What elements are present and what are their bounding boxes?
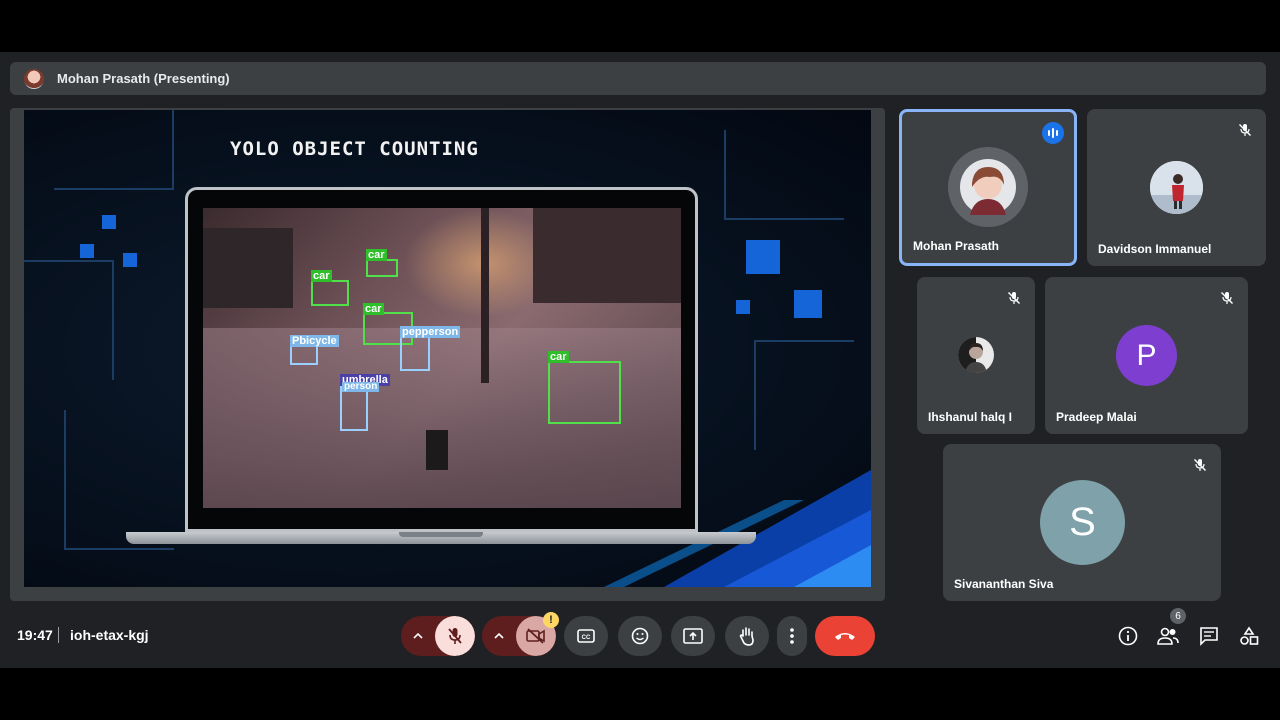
circuit-line	[724, 130, 844, 220]
detection-label: car	[363, 303, 384, 315]
circuit-line	[24, 260, 114, 380]
participant-name: Sivananthan Siva	[954, 577, 1054, 591]
speaking-indicator-icon	[1042, 122, 1064, 144]
detection-label: person	[342, 381, 380, 392]
participant-tile[interactable]: Ihshanul halq I	[917, 277, 1035, 434]
participant-tile[interactable]: P Pradeep Malai	[1045, 277, 1248, 434]
trash-bin	[426, 430, 448, 470]
emoji-icon	[631, 627, 649, 645]
mic-off-icon	[1216, 287, 1238, 309]
slide-title: YOLO OBJECT COUNTING	[230, 138, 479, 160]
captions-button[interactable]: CC	[564, 616, 608, 656]
raise-hand-icon	[739, 627, 754, 646]
avatar: S	[1040, 480, 1125, 565]
participant-name: Davidson Immanuel	[1098, 242, 1212, 256]
detection-label: pepperson	[400, 326, 461, 338]
deco-square	[794, 290, 822, 318]
laptop-notch	[399, 532, 483, 537]
people-count-badge: 6	[1170, 608, 1186, 624]
mic-options-button[interactable]	[401, 616, 435, 656]
deco-square	[102, 215, 116, 229]
circuit-line	[754, 340, 854, 450]
raise-hand-button[interactable]	[725, 616, 769, 656]
participant-tile[interactable]: S Sivananthan Siva	[943, 444, 1221, 601]
meeting-code: ioh-etax-kgj	[70, 627, 149, 643]
detection-box	[400, 335, 430, 371]
present-screen-icon	[683, 628, 703, 644]
participant-tile[interactable]: Davidson Immanuel	[1087, 109, 1266, 266]
circuit-line	[64, 410, 174, 550]
detection-box	[311, 280, 349, 306]
more-options-icon	[790, 628, 794, 644]
building	[533, 208, 681, 303]
avatar-image	[958, 337, 994, 373]
detection-label: Pbicycle	[290, 335, 339, 347]
building	[203, 228, 293, 308]
present-now-button[interactable]	[671, 616, 715, 656]
presenter-bar: Mohan Prasath (Presenting)	[10, 62, 1266, 95]
avatar	[958, 337, 994, 373]
presenter-avatar	[24, 68, 44, 89]
chat-button[interactable]	[1197, 624, 1221, 648]
detection-label: car	[366, 249, 387, 261]
more-options-button[interactable]	[777, 616, 807, 656]
detection-label: car	[311, 270, 332, 282]
avatar-image	[960, 159, 1016, 215]
reactions-button[interactable]	[618, 616, 662, 656]
people-button[interactable]	[1156, 624, 1180, 648]
laptop-illustration: car car car car Pbicycle pepperson umbre…	[185, 187, 698, 532]
participant-name: Ihshanul halq I	[928, 410, 1013, 424]
divider	[58, 627, 59, 643]
presentation-slide: YOLO OBJECT COUNTING car car car car Pbi…	[24, 110, 871, 587]
avatar: P	[1116, 325, 1177, 386]
end-call-icon	[835, 633, 855, 640]
people-icon	[1157, 627, 1179, 645]
meet-app: Mohan Prasath (Presenting) YOLO OBJECT C…	[0, 52, 1280, 668]
mic-off-icon	[1003, 287, 1025, 309]
camera-off-icon	[526, 628, 545, 644]
detection-box	[548, 361, 621, 424]
deco-square	[746, 240, 780, 274]
shared-screen: YOLO OBJECT COUNTING car car car car Pbi…	[10, 108, 885, 601]
mic-off-icon	[1234, 119, 1256, 141]
deco-square	[736, 300, 750, 314]
leave-call-button[interactable]	[815, 616, 875, 656]
circuit-line	[54, 110, 174, 190]
avatar	[948, 147, 1028, 227]
meeting-details-button[interactable]	[1116, 624, 1140, 648]
avatar	[1150, 161, 1203, 214]
chat-icon	[1200, 627, 1218, 646]
info-icon	[1118, 626, 1138, 646]
deco-square	[123, 253, 137, 267]
avatar-image	[1150, 161, 1203, 214]
mic-off-icon	[1189, 454, 1211, 476]
svg-text:CC: CC	[582, 635, 591, 641]
participant-name: Pradeep Malai	[1056, 410, 1137, 424]
chevron-up-icon	[494, 633, 504, 639]
presenter-label: Mohan Prasath (Presenting)	[57, 71, 230, 86]
mic-off-icon	[448, 628, 462, 644]
participant-name: Mohan Prasath	[913, 239, 1000, 253]
deco-square	[80, 244, 94, 258]
captions-icon: CC	[577, 629, 595, 643]
detection-box	[290, 345, 318, 365]
chevron-up-icon	[413, 633, 423, 639]
camera-warning-badge: !	[543, 612, 559, 628]
mic-control	[401, 616, 475, 656]
pole	[481, 208, 489, 383]
detection-box	[366, 259, 398, 277]
camera-options-button[interactable]	[482, 616, 516, 656]
meeting-time: 19:47	[17, 627, 53, 643]
detection-box	[340, 386, 368, 431]
activities-button[interactable]	[1237, 624, 1261, 648]
mic-toggle-button[interactable]	[435, 616, 475, 656]
activities-icon	[1240, 626, 1259, 645]
street-scene: car car car car Pbicycle pepperson umbre…	[203, 208, 681, 508]
participant-tile[interactable]: Mohan Prasath	[899, 109, 1077, 266]
detection-label: car	[548, 351, 569, 363]
